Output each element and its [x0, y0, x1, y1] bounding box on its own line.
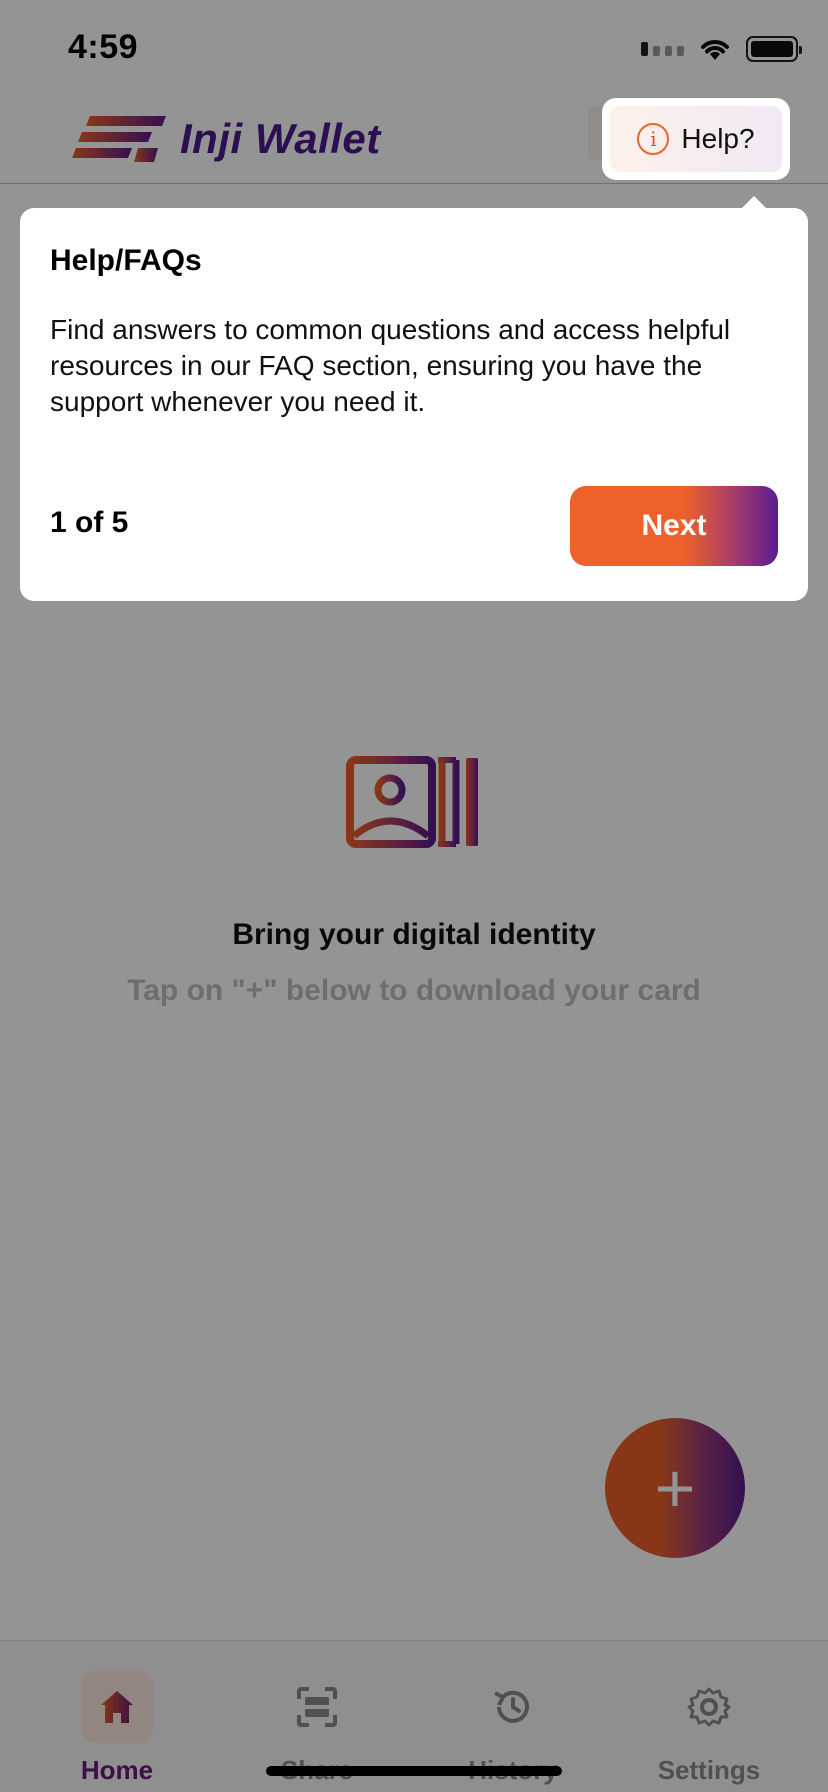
tour-step-counter: 1 of 5 [50, 506, 129, 539]
next-button[interactable]: Next [570, 486, 778, 566]
tour-title: Help/FAQs [50, 244, 202, 277]
info-icon: i [637, 123, 670, 155]
help-button-highlight[interactable]: i Help? [602, 98, 790, 180]
tour-body: Find answers to common questions and acc… [50, 314, 731, 417]
home-indicator [266, 1766, 562, 1776]
help-label-highlight: Help? [681, 123, 755, 154]
tour-card: Help/FAQs Find answers to common questio… [20, 208, 808, 601]
